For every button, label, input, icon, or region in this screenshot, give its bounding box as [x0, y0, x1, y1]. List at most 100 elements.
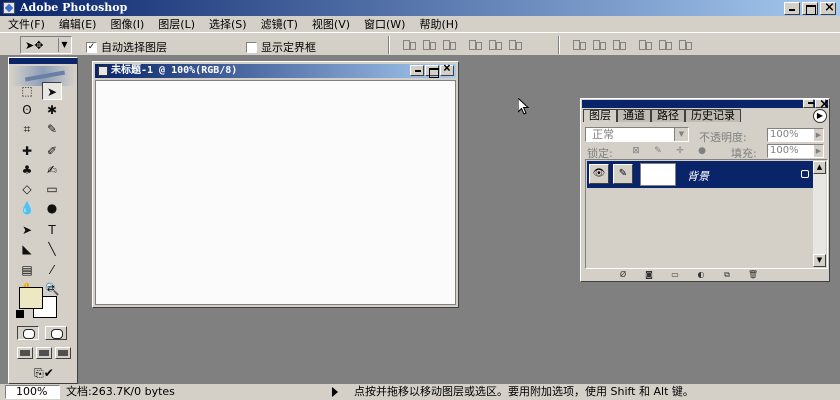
history-brush-tool-icon[interactable]: ✍	[42, 161, 62, 179]
align-bottom-icon[interactable]	[442, 38, 456, 50]
distribute-right-icon[interactable]	[678, 38, 692, 50]
distribute-hcenter-icon[interactable]	[658, 38, 672, 50]
menu-help[interactable]: 帮助(H)	[411, 16, 464, 32]
gradient-tool-icon[interactable]: ▭	[42, 180, 62, 198]
eye-icon[interactable]: 👁	[589, 164, 609, 184]
pen-tool-icon[interactable]: ◣	[17, 240, 37, 258]
notes-tool-icon[interactable]: ▤	[17, 261, 37, 279]
layer-row-background[interactable]: 👁 ✎ 背景	[587, 161, 813, 188]
doc-maximize-button[interactable]	[425, 65, 439, 78]
align-vcenter-icon[interactable]	[422, 38, 436, 50]
eraser-tool-icon[interactable]: ◇	[17, 180, 37, 198]
crop-tool-icon[interactable]: ⌗	[17, 120, 37, 138]
menu-window[interactable]: 窗口(W)	[356, 16, 411, 32]
default-colors-icon[interactable]	[16, 310, 24, 318]
show-bounds-checkbox[interactable]	[246, 41, 257, 53]
show-bounds-option[interactable]: 显示定界框	[246, 39, 316, 55]
palette-minimize-button[interactable]	[803, 99, 814, 108]
chevron-down-icon: ▼	[58, 38, 70, 52]
align-hcenter-icon[interactable]	[488, 38, 502, 50]
palette-header[interactable]	[582, 97, 830, 112]
palette-menu-button[interactable]: ▶	[813, 109, 827, 123]
align-right-icon[interactable]	[508, 38, 522, 50]
clone-stamp-tool-icon[interactable]: ♣	[17, 161, 37, 179]
tab-history[interactable]: 历史记录	[685, 109, 741, 122]
doc-minimize-button[interactable]	[410, 65, 424, 76]
show-bounds-label: 显示定界框	[261, 41, 316, 54]
lock-transparency-icon[interactable]: ⊠	[631, 146, 641, 156]
zoom-field[interactable]: 100%	[5, 385, 60, 399]
layers-palette: 图层 通道 路径 历史记录 ▶ 正常 ▼ 不透明度: 100% ▶ 锁定: ⊠ …	[580, 97, 830, 282]
minimize-button[interactable]	[784, 2, 800, 15]
magic-wand-tool-icon[interactable]: ✱	[42, 101, 62, 119]
scroll-down-button[interactable]: ▼	[813, 254, 826, 267]
auto-select-option[interactable]: ✓ 自动选择图层	[86, 39, 167, 55]
tab-channels[interactable]: 通道	[617, 109, 651, 122]
full-screen-mode-button[interactable]	[55, 347, 71, 359]
layer-list-scrollbar[interactable]: ▲ ▼	[813, 161, 826, 267]
palette-close-button[interactable]	[815, 97, 830, 112]
lock-position-icon[interactable]: ✛	[675, 146, 685, 156]
menu-image[interactable]: 图像(I)	[102, 16, 150, 32]
menu-view[interactable]: 视图(V)	[304, 16, 356, 32]
maximize-button[interactable]	[802, 2, 818, 15]
align-left-icon[interactable]	[468, 38, 482, 50]
eyedropper-tool-icon[interactable]: ⁄	[42, 261, 62, 279]
blur-tool-icon[interactable]: 💧	[17, 199, 37, 217]
healing-brush-tool-icon[interactable]: ✚	[17, 142, 37, 160]
scroll-up-button[interactable]: ▲	[813, 161, 826, 174]
lasso-tool-icon[interactable]: ʘ	[17, 101, 37, 119]
layer-mask-icon[interactable]: ◙	[643, 270, 655, 279]
distribute-bottom-icon[interactable]	[612, 38, 626, 50]
document-canvas[interactable]	[95, 80, 456, 305]
distribute-top-icon[interactable]	[572, 38, 586, 50]
blend-mode-select[interactable]: 正常 ▼	[585, 127, 689, 142]
align-buttons	[402, 38, 522, 50]
jump-to-imageready-button[interactable]: ⎘✔	[21, 364, 67, 382]
toolbox-header	[9, 58, 77, 64]
status-hint: 点按并拖移以移动图层或选区。要用附加选项，使用 Shift 和 Alt 键。	[354, 385, 694, 398]
move-tool-icon: ➤✥	[25, 39, 44, 52]
align-top-icon[interactable]	[402, 38, 416, 50]
distribute-left-icon[interactable]	[638, 38, 652, 50]
full-screen-menu-mode-button[interactable]	[36, 347, 52, 359]
menu-file[interactable]: 文件(F)	[0, 16, 51, 32]
fill-field[interactable]: 100% ▶	[767, 144, 824, 158]
type-tool-icon[interactable]: T	[42, 221, 62, 239]
new-group-icon[interactable]: ▭	[669, 270, 681, 279]
standard-screen-mode-button[interactable]	[17, 347, 33, 359]
dodge-tool-icon[interactable]: ●	[42, 199, 62, 217]
slice-tool-icon[interactable]: ✎	[42, 120, 62, 138]
menu-filter[interactable]: 滤镜(T)	[253, 16, 304, 32]
foreground-color-swatch[interactable]	[19, 287, 43, 309]
adjustment-layer-icon[interactable]: ◐	[695, 270, 707, 279]
quick-mask-mode-button[interactable]	[45, 326, 67, 340]
tab-layers[interactable]: 图层	[583, 109, 617, 122]
menu-edit[interactable]: 编辑(E)	[51, 16, 103, 32]
swap-colors-icon[interactable]: ⇄	[47, 284, 55, 294]
document-title-bar[interactable]: 未标题-1 @ 100%(RGB/8)	[95, 62, 456, 78]
trash-icon[interactable]: 🗑	[747, 270, 759, 279]
tool-preset-picker[interactable]: ➤✥ ▼	[20, 36, 72, 54]
doc-close-button[interactable]	[440, 62, 454, 76]
tab-paths[interactable]: 路径	[651, 109, 685, 122]
lock-all-icon[interactable]: ●	[697, 146, 707, 156]
brush-tool-icon[interactable]: ✐	[42, 142, 62, 160]
close-button[interactable]	[820, 0, 836, 16]
path-selection-tool-icon[interactable]: ➤	[17, 221, 37, 239]
distribute-vcenter-icon[interactable]	[592, 38, 606, 50]
lock-pixels-icon[interactable]: ✎	[653, 146, 663, 156]
move-tool-icon[interactable]: ➤	[42, 82, 62, 100]
layer-style-icon[interactable]: Ø	[617, 270, 629, 279]
status-menu-arrow-icon[interactable]	[332, 387, 338, 397]
new-layer-icon[interactable]: ⧉	[721, 270, 733, 279]
auto-select-checkbox[interactable]: ✓	[86, 41, 97, 53]
opacity-field[interactable]: 100% ▶	[767, 128, 824, 142]
menu-select[interactable]: 选择(S)	[201, 16, 253, 32]
brush-link-icon[interactable]: ✎	[613, 164, 633, 184]
menu-layer[interactable]: 图层(L)	[150, 16, 201, 32]
marquee-tool-icon[interactable]: ⬚	[17, 82, 37, 100]
standard-mode-button[interactable]	[17, 326, 39, 340]
line-tool-icon[interactable]: ╲	[42, 240, 62, 258]
document-size[interactable]: 文档:263.7K/0 bytes	[66, 385, 175, 399]
